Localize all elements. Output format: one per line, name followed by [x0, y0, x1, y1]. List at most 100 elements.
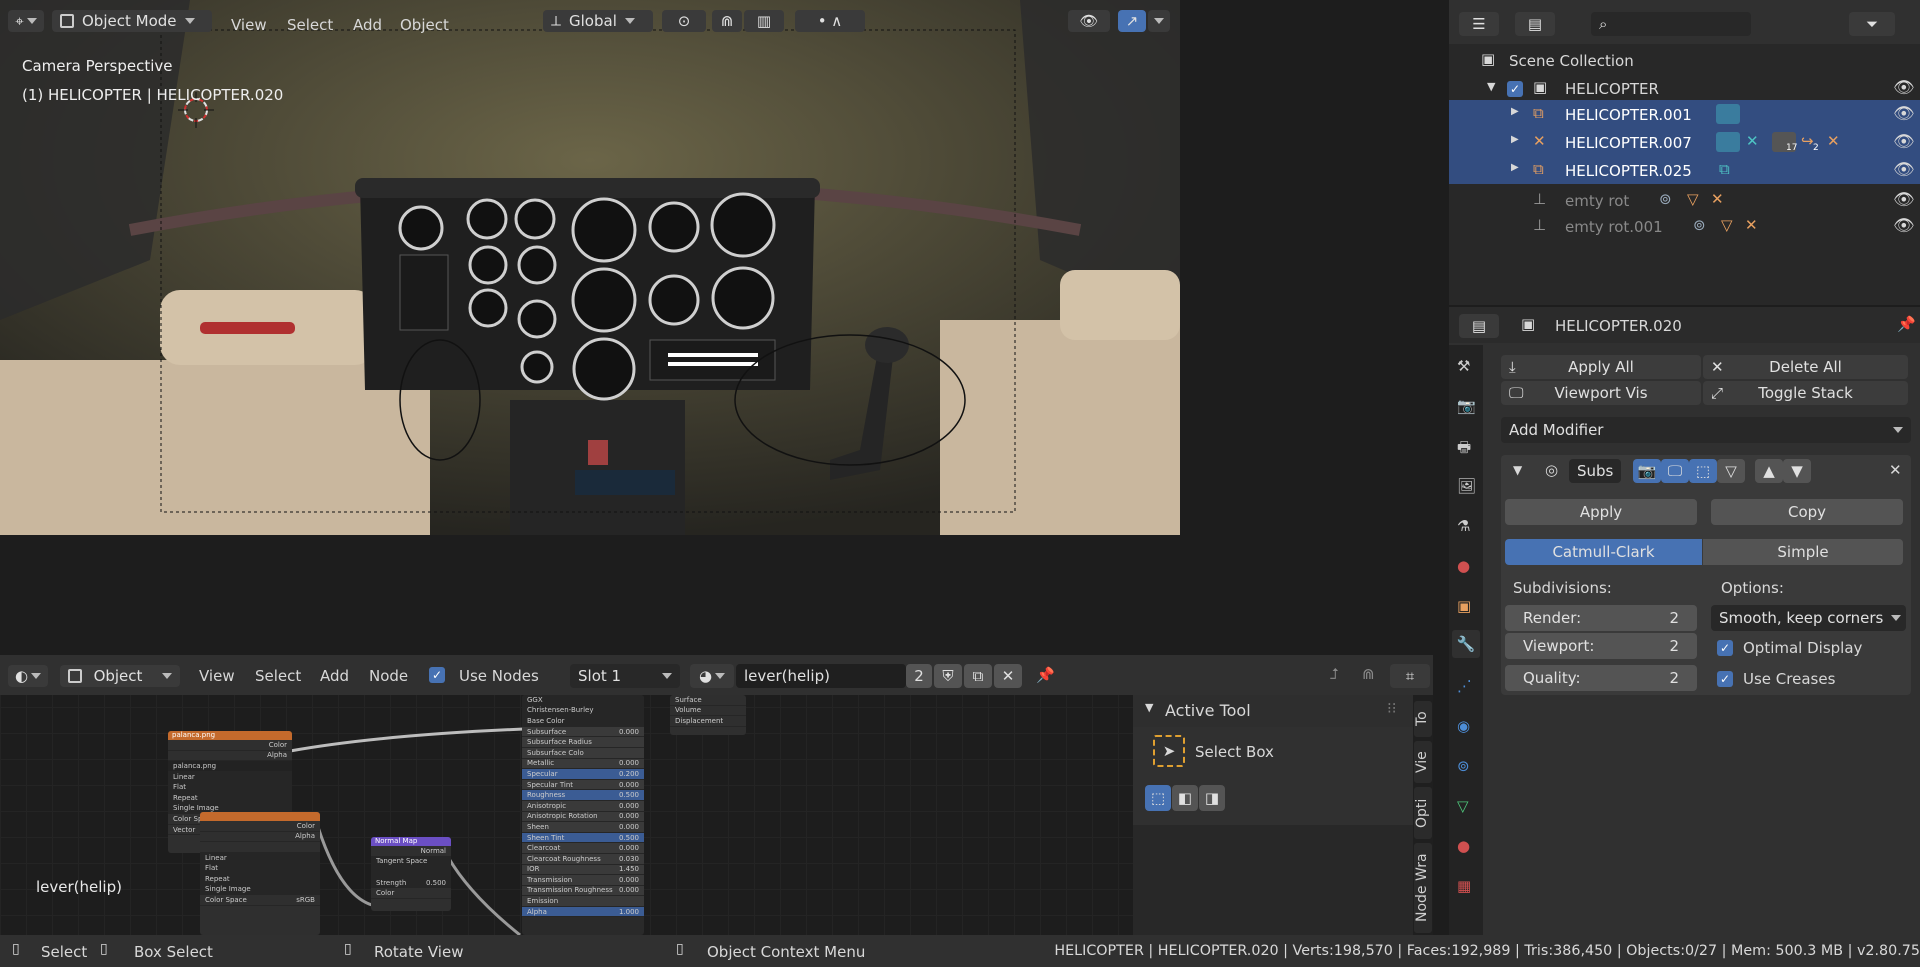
- slot-dropdown[interactable]: Slot 1: [570, 664, 680, 688]
- toggle-stack-button[interactable]: ⤢ Toggle Stack: [1703, 381, 1908, 405]
- move-down-button[interactable]: ▼: [1783, 459, 1811, 483]
- viewport-vis-button[interactable]: 🖵 Viewport Vis: [1501, 381, 1701, 405]
- menu-object[interactable]: Object: [400, 16, 449, 34]
- bsdf-row[interactable]: Transmission 0.000: [522, 875, 644, 886]
- editor-type-button[interactable]: ⌖: [8, 10, 44, 32]
- view-layer-tab-icon[interactable]: 🖼: [1457, 477, 1476, 495]
- bsdf-row[interactable]: Subsurface Radius: [522, 737, 644, 748]
- menu-view[interactable]: View: [231, 16, 267, 34]
- tab-node-wrangler[interactable]: Node Wra: [1414, 843, 1432, 933]
- node-menu-add[interactable]: Add: [320, 667, 349, 685]
- render-tab-icon[interactable]: 📷: [1457, 397, 1476, 415]
- particles-tab-icon[interactable]: ⋰: [1457, 677, 1472, 695]
- bsdf-row[interactable]: GGX: [522, 695, 644, 706]
- modifier-tab-icon[interactable]: 🔧: [1452, 630, 1480, 658]
- eye-icon[interactable]: 👁: [1893, 216, 1915, 236]
- data-tab-icon[interactable]: ▽: [1457, 797, 1469, 815]
- image-texture-node-2[interactable]: Color Alpha Linear Flat Repeat Single Im…: [200, 812, 320, 935]
- expand-icon[interactable]: ▶: [1511, 106, 1519, 117]
- proportional-edit-button[interactable]: • ∧: [795, 10, 865, 32]
- orientation-dropdown[interactable]: ⟂ Global: [543, 10, 653, 32]
- bsdf-row[interactable]: Clearcoat Roughness 0.030: [522, 853, 644, 865]
- material-name-field[interactable]: lever(helip): [736, 664, 906, 688]
- apply-button[interactable]: Apply: [1505, 499, 1697, 525]
- principled-bsdf-node[interactable]: GGX Christensen-Burley Base Color Subsurfac…: [522, 695, 644, 935]
- outliner-item-helicopter-001[interactable]: ▶ ⧉ HELICOPTER.001 👁: [1449, 100, 1920, 128]
- active-tool-panel-header[interactable]: ▼ Active Tool ⁝⁝: [1133, 695, 1413, 727]
- outliner-item-emty-rot-001[interactable]: ⊥ emty rot.001 ⊚ ▽ ✕ 👁: [1449, 214, 1920, 240]
- node-menu-select[interactable]: Select: [255, 667, 301, 685]
- mode-subtract-icon[interactable]: ◨: [1199, 785, 1225, 811]
- tab-tool[interactable]: To: [1414, 701, 1432, 737]
- mode-dropdown[interactable]: Object Mode: [52, 10, 212, 32]
- outliner-item-helicopter-025[interactable]: ▶ ⧉ HELICOPTER.025 ⧉ 👁: [1449, 156, 1920, 184]
- expand-icon[interactable]: ▶: [1511, 134, 1519, 145]
- pin-icon[interactable]: 📌: [1897, 315, 1916, 333]
- shader-type-dropdown[interactable]: Object: [60, 665, 180, 687]
- normal-map-node[interactable]: Normal Map Normal Tangent Space Strength…: [371, 837, 451, 911]
- parent-node-tree-icon[interactable]: ⮥: [1330, 665, 1339, 683]
- snap-target-button[interactable]: ▥: [744, 10, 784, 32]
- visibility-button[interactable]: 👁: [1068, 10, 1110, 32]
- quality-field[interactable]: Quality: 2: [1505, 665, 1697, 691]
- bsdf-row[interactable]: Subsurface 0.000: [522, 726, 644, 738]
- output-tab-icon[interactable]: 🖶: [1457, 437, 1471, 462]
- snap-button[interactable]: ⋒: [712, 10, 742, 32]
- bsdf-row[interactable]: Emission: [522, 896, 644, 907]
- material-browse[interactable]: ◕: [690, 664, 734, 688]
- new-material-button[interactable]: ⧉: [964, 664, 992, 688]
- collapse-icon[interactable]: ▼: [1145, 701, 1153, 714]
- menu-add[interactable]: Add: [353, 16, 382, 34]
- scene-collection-row[interactable]: ▣ Scene Collection: [1449, 48, 1920, 72]
- bsdf-row[interactable]: Sheen 0.000: [522, 822, 644, 833]
- eye-icon[interactable]: 👁: [1893, 190, 1915, 210]
- delete-all-button[interactable]: ✕ Delete All: [1703, 355, 1908, 379]
- properties-editor-type[interactable]: ▤: [1459, 314, 1499, 338]
- editmode-toggle[interactable]: ⬚: [1689, 459, 1717, 483]
- bsdf-row[interactable]: Specular 0.200: [522, 769, 644, 780]
- pin-icon[interactable]: 📌: [1036, 666, 1055, 684]
- display-mode-dropdown[interactable]: ▤: [1515, 12, 1555, 36]
- eye-icon[interactable]: 👁: [1893, 160, 1915, 180]
- outliner-item-emty-rot[interactable]: ⊥ emty rot ⊚ ▽ ✕ 👁: [1449, 188, 1920, 214]
- bsdf-row[interactable]: Christensen-Burley: [522, 705, 644, 717]
- menu-select[interactable]: Select: [287, 16, 333, 34]
- bsdf-row[interactable]: Clearcoat 0.000: [522, 843, 644, 854]
- outliner-editor-type[interactable]: ☰: [1459, 12, 1499, 36]
- constraints-tab-icon[interactable]: ⊚: [1457, 757, 1470, 775]
- tab-options[interactable]: Opti: [1414, 787, 1432, 839]
- material-users[interactable]: 2: [906, 664, 932, 688]
- world-tab-icon[interactable]: ●: [1457, 557, 1470, 575]
- texture-tab-icon[interactable]: ▦: [1457, 877, 1471, 895]
- use-nodes-checkbox[interactable]: ✓: [429, 667, 445, 683]
- exclude-checkbox[interactable]: ✓: [1507, 81, 1523, 97]
- node-menu-view[interactable]: View: [199, 667, 235, 685]
- bsdf-row[interactable]: Transmission Roughness 0.000: [522, 885, 644, 897]
- use-creases-checkbox[interactable]: ✓: [1717, 671, 1733, 687]
- bsdf-row[interactable]: IOR 1.450: [522, 864, 644, 876]
- filter-button[interactable]: ⏷: [1849, 12, 1895, 36]
- cage-toggle[interactable]: ▽: [1717, 459, 1745, 483]
- drag-handle-icon[interactable]: ⁝⁝: [1387, 699, 1397, 717]
- apply-all-button[interactable]: ⤓ Apply All: [1501, 355, 1701, 379]
- mode-new-icon[interactable]: ⬚: [1145, 785, 1171, 811]
- outliner-item-helicopter[interactable]: ▼ ✓ ▣ HELICOPTER 👁: [1449, 76, 1920, 100]
- gizmo-dropdown[interactable]: [1148, 10, 1170, 32]
- bsdf-row[interactable]: Anisotropic 0.000: [522, 800, 644, 812]
- viewport-levels-field[interactable]: Viewport: 2: [1505, 633, 1697, 659]
- bsdf-row[interactable]: Base Color: [522, 716, 644, 727]
- tab-view[interactable]: Vie: [1414, 741, 1432, 783]
- render-toggle[interactable]: 📷: [1633, 459, 1661, 483]
- select-box-tool[interactable]: ➤ Select Box: [1153, 735, 1373, 769]
- object-tab-icon[interactable]: ▣: [1457, 597, 1471, 615]
- uv-smooth-dropdown[interactable]: Smooth, keep corners: [1711, 605, 1906, 631]
- bsdf-row[interactable]: Sheen Tint 0.500: [522, 832, 644, 844]
- bsdf-row[interactable]: Metallic 0.000: [522, 758, 644, 770]
- bsdf-row[interactable]: Roughness 0.500: [522, 790, 644, 801]
- bsdf-row[interactable]: Subsurface Colo: [522, 747, 644, 759]
- material-tab-icon[interactable]: ●: [1457, 837, 1470, 855]
- bsdf-row[interactable]: Anisotropic Rotation 0.000: [522, 811, 644, 823]
- tool-tab-icon[interactable]: ⚒: [1457, 357, 1470, 375]
- gizmo-toggle-button[interactable]: ↗: [1118, 10, 1146, 32]
- fake-user-button[interactable]: ⛨: [934, 664, 962, 688]
